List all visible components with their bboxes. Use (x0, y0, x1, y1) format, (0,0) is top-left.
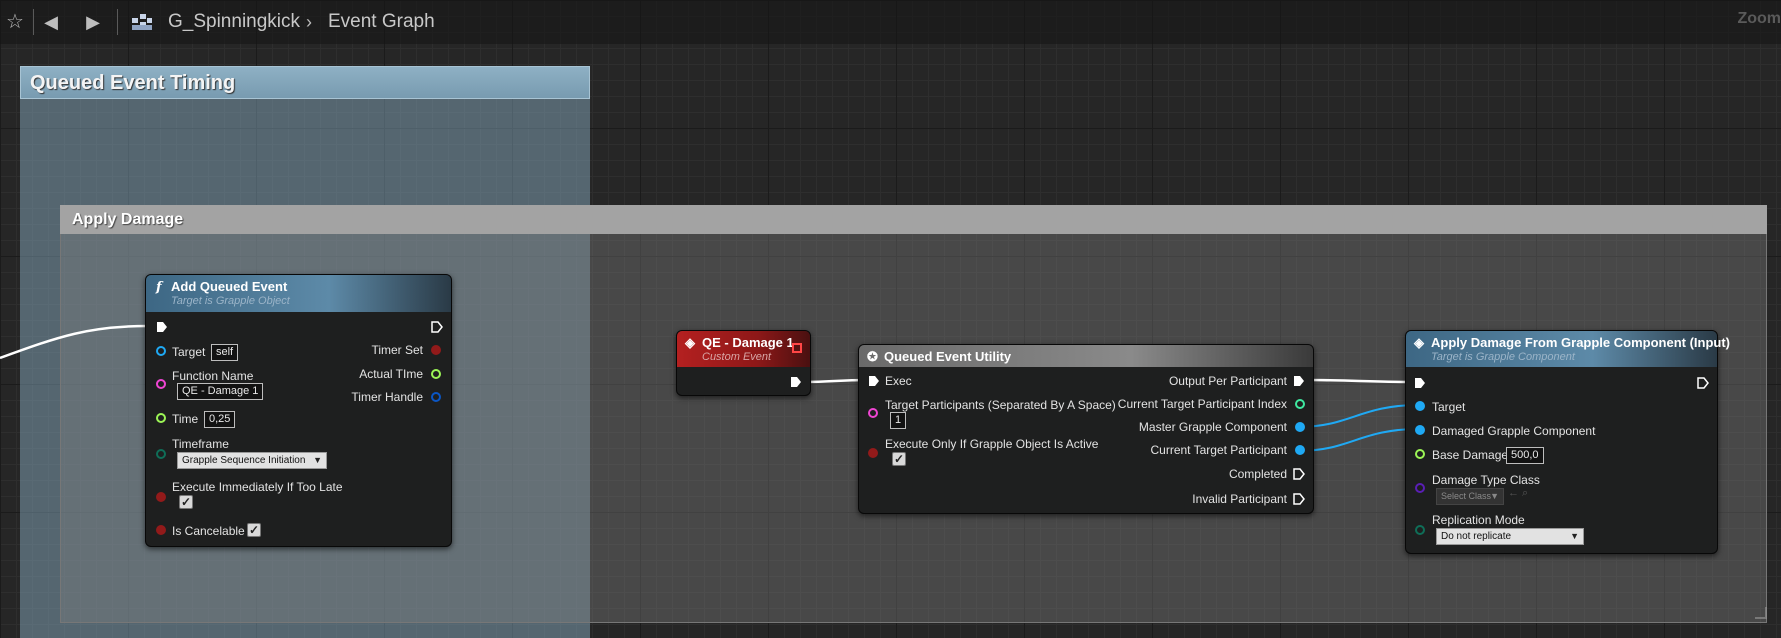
timer-set-pin[interactable] (431, 345, 441, 355)
actual-time-label: Actual TIme (359, 367, 423, 381)
node-queued-event-utility[interactable]: ✪ Queued Event Utility Exec Target Parti… (858, 344, 1314, 514)
chevron-down-icon: ▼ (1490, 491, 1499, 501)
exec-label: Exec (885, 374, 912, 388)
node-apply-damage-from-grapple-component[interactable]: ◈ Apply Damage From Grapple Component (I… (1405, 330, 1730, 554)
current-target-participant-index-label: Current Target Participant Index (1117, 397, 1287, 411)
exec-out-pin[interactable] (431, 321, 443, 333)
timeframe-label: Timeframe (172, 437, 229, 451)
exec-out-pin[interactable] (1293, 375, 1305, 387)
base-damage-label: Base Damage (1432, 448, 1509, 462)
node-subtitle: Custom Event (702, 351, 772, 363)
node-add-queued-event[interactable]: f Add Queued Event Target is Grapple Obj… (145, 274, 452, 547)
node-title: Queued Event Utility (884, 349, 1012, 364)
target-value-field[interactable]: self (211, 344, 239, 361)
exec-out-pin[interactable] (790, 376, 802, 388)
current-target-participant-label: Current Target Participant (1150, 443, 1287, 457)
target-participants-pin[interactable] (868, 408, 878, 418)
master-grapple-component-pin[interactable] (1295, 422, 1305, 432)
node-title: QE - Damage 1 (702, 335, 794, 350)
execute-only-label: Execute Only If Grapple Object Is Active (885, 437, 1099, 451)
event-icon: ◈ (1414, 335, 1424, 350)
time-label: Time (172, 412, 199, 426)
damage-type-class-dropdown[interactable]: Select Class ▼ (1436, 488, 1504, 505)
timer-handle-pin[interactable] (431, 392, 441, 402)
is-cancelable-checkbox[interactable]: ✓ (247, 523, 261, 537)
function-icon: f (156, 280, 162, 295)
damaged-grapple-component-label: Damaged Grapple Component (1432, 424, 1596, 438)
base-damage-pin[interactable] (1415, 449, 1425, 459)
node-subtitle: Target is Grapple Component (1431, 351, 1575, 363)
target-pin[interactable] (156, 346, 166, 356)
time-pin[interactable] (156, 413, 166, 423)
timeframe-dropdown[interactable]: Grapple Sequence Initiation ▼ (177, 452, 327, 469)
execute-immediately-label: Execute Immediately If Too Late (172, 480, 343, 494)
actual-time-pin[interactable] (431, 369, 441, 379)
timeframe-pin[interactable] (156, 449, 166, 459)
execute-only-checkbox[interactable]: ✓ (892, 452, 906, 466)
replication-mode-label: Replication Mode (1432, 513, 1525, 527)
is-cancelable-label: Is Cancelable (172, 524, 245, 538)
exec-wire-incoming (0, 324, 149, 360)
target-pin[interactable] (1415, 401, 1425, 411)
base-damage-field[interactable]: 500,0 (1506, 447, 1544, 464)
chevron-down-icon: ▼ (313, 455, 322, 465)
execute-immediately-checkbox[interactable]: ✓ (179, 495, 193, 509)
node-title: Apply Damage From Grapple Component (Inp… (1431, 335, 1731, 350)
replication-mode-pin[interactable] (1415, 525, 1425, 535)
target-participants-label: Target Participants (Separated By A Spac… (885, 398, 1116, 412)
execute-immediately-pin[interactable] (156, 492, 166, 502)
invalid-participant-exec-pin[interactable] (1293, 493, 1305, 505)
exec-in-pin[interactable] (1414, 377, 1426, 389)
target-label: Target (172, 345, 206, 359)
chevron-down-icon: ▼ (1570, 531, 1579, 541)
is-cancelable-pin[interactable] (156, 525, 166, 535)
timer-set-label: Timer Set (371, 343, 423, 357)
exec-out-pin[interactable] (1697, 377, 1709, 389)
node-title: Add Queued Event (171, 279, 288, 294)
function-name-pin[interactable] (156, 379, 166, 389)
current-target-participant-index-pin[interactable] (1295, 399, 1305, 409)
execute-only-pin[interactable] (868, 448, 878, 458)
replication-mode-value: Do not replicate (1441, 531, 1512, 542)
target-label: Target (1432, 400, 1466, 414)
browse-icon[interactable]: ⌕ (1522, 487, 1528, 500)
damaged-grapple-component-pin[interactable] (1415, 425, 1425, 435)
timeframe-dropdown-value: Grapple Sequence Initiation (182, 455, 306, 466)
completed-label: Completed (1228, 467, 1287, 481)
node-subtitle: Target is Grapple Object (171, 295, 290, 307)
target-participants-field[interactable]: 1 (890, 412, 907, 429)
current-target-participant-pin[interactable] (1295, 445, 1305, 455)
exec-wire-utility-to-apply (1305, 378, 1418, 384)
object-wire-participant-to-damaged (1297, 428, 1420, 452)
time-value-field[interactable]: 0,25 (204, 411, 236, 428)
macro-icon: ✪ (867, 349, 878, 364)
use-selected-arrow-icon[interactable]: ← (1508, 487, 1519, 499)
damage-type-class-value: Select Class (1441, 491, 1492, 501)
function-name-field[interactable]: QE - Damage 1 (177, 383, 264, 400)
damage-type-class-pin[interactable] (1415, 483, 1425, 493)
output-per-participant-label: Output Per Participant (1168, 374, 1287, 388)
exec-in-pin[interactable] (868, 375, 880, 387)
event-icon: ◈ (685, 335, 695, 350)
master-grapple-component-label: Master Grapple Component (1138, 420, 1287, 434)
damage-type-class-label: Damage Type Class (1432, 473, 1540, 487)
node-qe-damage-1[interactable]: ◈ QE - Damage 1 Custom Event (676, 330, 811, 396)
replication-mode-dropdown[interactable]: Do not replicate ▼ (1436, 528, 1584, 545)
object-wire-master-to-target (1297, 404, 1420, 428)
function-name-label: Function Name (172, 369, 254, 383)
completed-exec-pin[interactable] (1293, 468, 1305, 480)
invalid-participant-label: Invalid Participant (1192, 492, 1287, 506)
timer-handle-label: Timer Handle (351, 390, 423, 404)
delegate-pin[interactable] (792, 343, 802, 353)
exec-in-pin[interactable] (156, 321, 168, 333)
